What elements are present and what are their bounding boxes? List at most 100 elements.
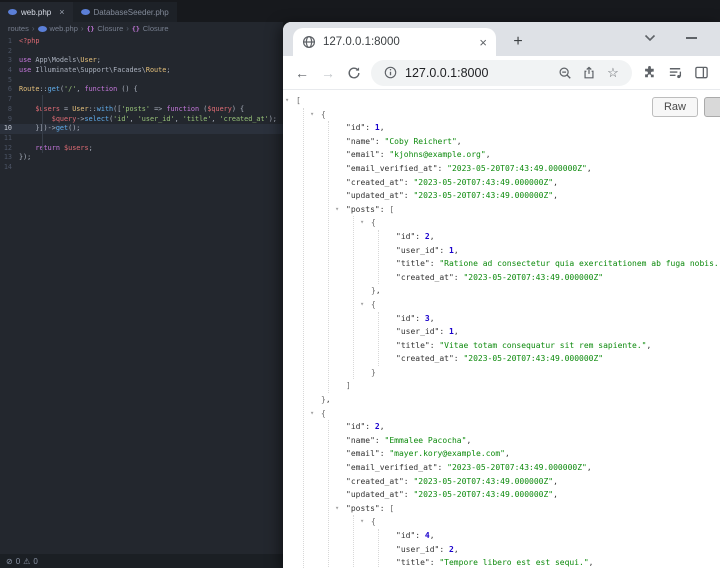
media-controls-icon[interactable] bbox=[662, 60, 688, 86]
browser-tab-strip: 127.0.0.1:8000 × + bbox=[283, 22, 720, 56]
editor-tab-databaseseeder[interactable]: DatabaseSeeder.php bbox=[72, 2, 177, 22]
back-button[interactable]: ← bbox=[289, 60, 315, 86]
breadcrumb-item-file[interactable]: web.php bbox=[50, 24, 78, 33]
omnibox[interactable]: 127.0.0.1:8000 ☆ bbox=[371, 59, 632, 86]
json-token: : bbox=[429, 558, 440, 568]
code-token: => bbox=[150, 104, 167, 113]
json-token: "posts" bbox=[346, 503, 380, 513]
json-line: ▾ "posts": [ bbox=[335, 502, 720, 516]
line-number: 8 bbox=[7, 104, 12, 113]
code-line[interactable]: 14 bbox=[0, 163, 283, 173]
php-file-icon bbox=[8, 9, 17, 15]
closure-symbol-icon: {} bbox=[86, 24, 95, 33]
reload-button[interactable] bbox=[341, 60, 367, 86]
code-token: User bbox=[80, 56, 97, 65]
json-line: "email_verified_at": "2023-05-20T07:43:4… bbox=[346, 461, 720, 475]
line-number: 6 bbox=[7, 85, 12, 94]
code-line[interactable]: 2 bbox=[0, 47, 283, 57]
json-token: "2023-05-20T07:43:49.000000Z" bbox=[447, 463, 587, 473]
json-token: : bbox=[374, 435, 385, 445]
code-line[interactable]: 1 <?php bbox=[0, 37, 283, 47]
code-line[interactable]: 4 use Illuminate\Support\Facades\ Route; bbox=[0, 66, 283, 76]
code-line[interactable]: 3 use App\Models\ User; bbox=[0, 56, 283, 66]
json-block: ▾{"id": 1, "name": "Coby Reichert", "email… bbox=[303, 107, 720, 568]
share-icon[interactable] bbox=[580, 64, 598, 82]
code-editor[interactable]: 1 <?php 2 3 use App\Models\ User; 4 use Illumin… bbox=[0, 35, 283, 554]
warnings-count[interactable]: 0 bbox=[33, 557, 37, 566]
tab-close-icon[interactable]: × bbox=[479, 36, 487, 49]
tab-search-chevron-icon[interactable] bbox=[638, 28, 662, 48]
json-token: "created_at" bbox=[396, 272, 454, 282]
line-number: 4 bbox=[7, 66, 12, 75]
no-errors-icon[interactable]: ⊘ bbox=[6, 557, 13, 566]
json-line: ▾ "posts": [ bbox=[335, 203, 720, 217]
breadcrumb-item-closure[interactable]: Closure bbox=[97, 24, 123, 33]
code-line[interactable]: 6 Route:: get('/', function () { bbox=[0, 85, 283, 95]
site-info-icon[interactable] bbox=[381, 64, 399, 82]
new-tab-button[interactable]: + bbox=[507, 31, 529, 53]
json-line: }, bbox=[371, 284, 720, 298]
errors-count[interactable]: 0 bbox=[16, 557, 20, 566]
json-token: "2023-05-20T07:43:49.000000Z" bbox=[413, 177, 554, 187]
code-token: $query bbox=[51, 114, 77, 123]
code-token: , bbox=[174, 114, 183, 123]
json-token: : bbox=[403, 191, 414, 201]
line-number: 14 bbox=[3, 162, 12, 171]
code-token: ( bbox=[199, 104, 208, 113]
collapse-toggle-icon[interactable]: ▾ bbox=[360, 298, 370, 312]
forward-button[interactable]: → bbox=[315, 60, 341, 86]
json-token: : bbox=[415, 531, 425, 540]
collapse-toggle-icon[interactable]: ▾ bbox=[335, 502, 345, 516]
json-line: "id": 2, bbox=[346, 420, 720, 434]
json-token: , bbox=[456, 136, 462, 146]
json-token: "2023-05-20T07:43:49.000000Z" bbox=[463, 354, 604, 364]
browser-tab[interactable]: 127.0.0.1:8000 × bbox=[293, 28, 496, 56]
side-panel-icon[interactable] bbox=[688, 60, 714, 86]
warnings-icon[interactable]: ⚠ bbox=[23, 557, 30, 566]
bookmark-star-icon[interactable]: ☆ bbox=[604, 64, 622, 82]
json-token: : bbox=[439, 327, 449, 337]
json-token: "2023-05-20T07:43:49.000000Z" bbox=[413, 476, 554, 486]
minimize-button[interactable] bbox=[679, 28, 703, 48]
line-number: 1 bbox=[7, 37, 12, 45]
code-token: ([ bbox=[113, 104, 122, 113]
code-token: function bbox=[84, 85, 118, 94]
json-line: ] bbox=[346, 379, 720, 393]
code-token: App\Models\ bbox=[31, 56, 81, 65]
code-token: with bbox=[96, 104, 114, 113]
collapse-toggle-icon[interactable]: ▾ bbox=[360, 216, 370, 230]
breadcrumb-item-closure[interactable]: Closure bbox=[143, 24, 169, 33]
collapse-toggle-icon[interactable]: ▾ bbox=[335, 203, 345, 217]
json-token: : bbox=[374, 136, 385, 146]
json-token: : bbox=[365, 123, 375, 133]
tab-close-icon[interactable]: × bbox=[59, 7, 64, 17]
code-line[interactable]: 5 bbox=[0, 76, 283, 86]
raw-button[interactable]: Raw bbox=[652, 97, 698, 117]
code-line[interactable]: 13}); bbox=[0, 153, 283, 163]
editor-tab-webphp[interactable]: web.php × bbox=[0, 2, 73, 22]
collapse-toggle-icon[interactable]: ▾ bbox=[310, 407, 320, 421]
browser-toolbar: ← → 127.0.0.1:8000 ☆ bbox=[283, 56, 720, 90]
json-line: "created_at": "2023-05-20T07:43:49.00000… bbox=[346, 475, 720, 489]
json-token: "updated_at" bbox=[346, 490, 404, 500]
json-token: "email_verified_at" bbox=[346, 163, 438, 173]
url-text[interactable]: 127.0.0.1:8000 bbox=[405, 66, 550, 80]
json-token: [ bbox=[389, 204, 395, 214]
json-token: : bbox=[415, 313, 425, 323]
json-line: ▾{ bbox=[360, 298, 720, 312]
parsed-button[interactable] bbox=[704, 97, 720, 117]
zoom-out-icon[interactable] bbox=[556, 64, 574, 82]
breadcrumb-item-routes[interactable]: routes bbox=[8, 24, 29, 33]
extensions-icon[interactable] bbox=[636, 60, 662, 86]
json-token: : bbox=[437, 463, 448, 473]
breadcrumb: routes › web.php › {} Closure › {} Closu… bbox=[0, 22, 283, 35]
json-line: "id": 4, bbox=[396, 529, 720, 543]
json-token: "user_id" bbox=[396, 327, 440, 337]
json-token: , bbox=[379, 123, 385, 133]
collapse-toggle-icon[interactable]: ▾ bbox=[360, 515, 370, 529]
collapse-toggle-icon[interactable]: ▾ bbox=[310, 108, 320, 122]
line-number: 7 bbox=[7, 95, 12, 104]
collapse-toggle-icon[interactable]: ▾ bbox=[285, 94, 295, 108]
